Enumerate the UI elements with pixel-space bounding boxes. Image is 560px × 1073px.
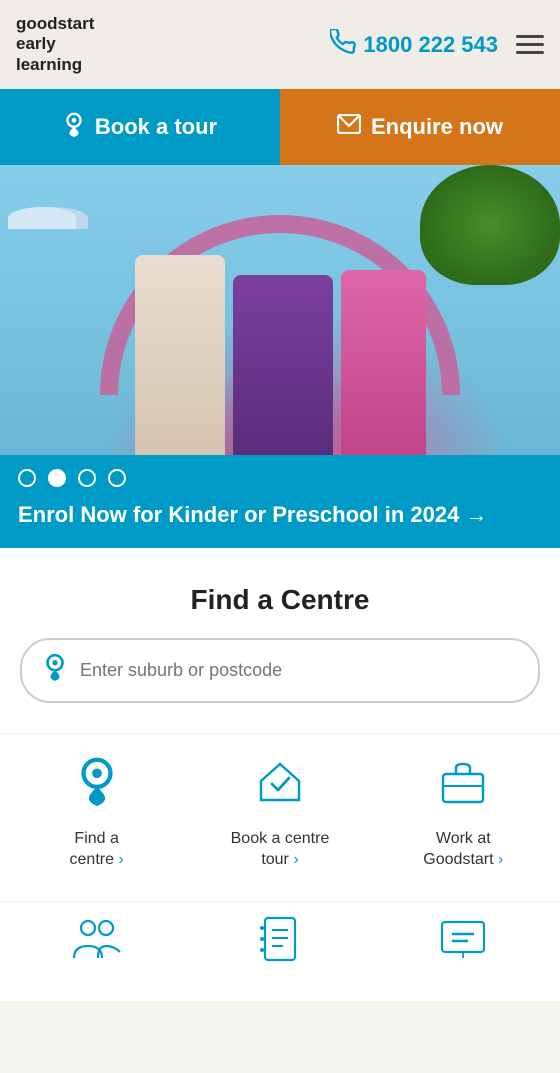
- enquire-now-label: Enquire now: [371, 114, 503, 140]
- book-tour-icon: [253, 754, 307, 816]
- work-label: Work atGoodstart ›: [423, 828, 503, 871]
- hero-banner-text[interactable]: Enrol Now for Kinder or Preschool in 202…: [18, 501, 542, 548]
- contact-link[interactable]: [193, 912, 366, 971]
- phone-icon: [330, 29, 356, 61]
- quick-link-book-tour[interactable]: Book a centretour ›: [193, 754, 366, 871]
- hero-banner-label: Enrol Now for Kinder or Preschool in 202…: [18, 501, 459, 530]
- contact-icon: [253, 912, 307, 971]
- families-icon: [70, 912, 124, 971]
- person-3: [341, 270, 426, 455]
- search-box[interactable]: [20, 638, 540, 703]
- search-location-icon: [42, 652, 68, 689]
- hero-image: [0, 225, 560, 455]
- work-icon: [436, 754, 490, 816]
- logo: goodstart early learning: [16, 14, 94, 75]
- hero-banner-arrow: →: [465, 501, 487, 530]
- phone-link[interactable]: 1800 222 543: [330, 29, 498, 61]
- quick-links-grid: Find acentre › Book a centretour › Work …: [0, 733, 560, 901]
- slide-dots: [18, 469, 542, 487]
- cta-bar: Book a tour Enquire now: [0, 89, 560, 165]
- slide-dot-3[interactable]: [78, 469, 96, 487]
- site-header: goodstart early learning 1800 222 543: [0, 0, 560, 89]
- find-centre-label: Find acentre ›: [70, 828, 124, 871]
- slide-dot-2[interactable]: [48, 469, 66, 487]
- find-centre-section: Find a Centre: [0, 548, 560, 733]
- phone-number: 1800 222 543: [363, 32, 498, 58]
- hero-section: [0, 165, 560, 455]
- menu-button[interactable]: [516, 35, 544, 54]
- book-tour-label: Book a tour: [95, 114, 217, 140]
- header-actions: 1800 222 543: [330, 29, 544, 61]
- resources-link[interactable]: [377, 912, 550, 971]
- person-1: [135, 255, 225, 455]
- families-link[interactable]: [10, 912, 183, 971]
- bottom-icons-row: [0, 901, 560, 1001]
- book-tour-label: Book a centretour ›: [231, 828, 330, 871]
- find-centre-title: Find a Centre: [20, 584, 540, 616]
- envelope-icon: [337, 114, 361, 140]
- logo-line3: learning: [16, 55, 94, 75]
- enquire-now-button[interactable]: Enquire now: [280, 89, 560, 165]
- logo-line2: early: [16, 34, 94, 54]
- resources-icon: [436, 912, 490, 971]
- quick-link-work[interactable]: Work atGoodstart ›: [377, 754, 550, 871]
- slide-dot-1[interactable]: [18, 469, 36, 487]
- hero-bottom-bar: Enrol Now for Kinder or Preschool in 202…: [0, 455, 560, 548]
- person-2: [233, 275, 333, 455]
- search-input[interactable]: [80, 660, 518, 681]
- book-tour-button[interactable]: Book a tour: [0, 89, 280, 165]
- location-pin-icon: [63, 111, 85, 143]
- logo-line1: goodstart: [16, 14, 94, 34]
- find-centre-icon: [70, 754, 124, 816]
- slide-dot-4[interactable]: [108, 469, 126, 487]
- quick-link-find-centre[interactable]: Find acentre ›: [10, 754, 183, 871]
